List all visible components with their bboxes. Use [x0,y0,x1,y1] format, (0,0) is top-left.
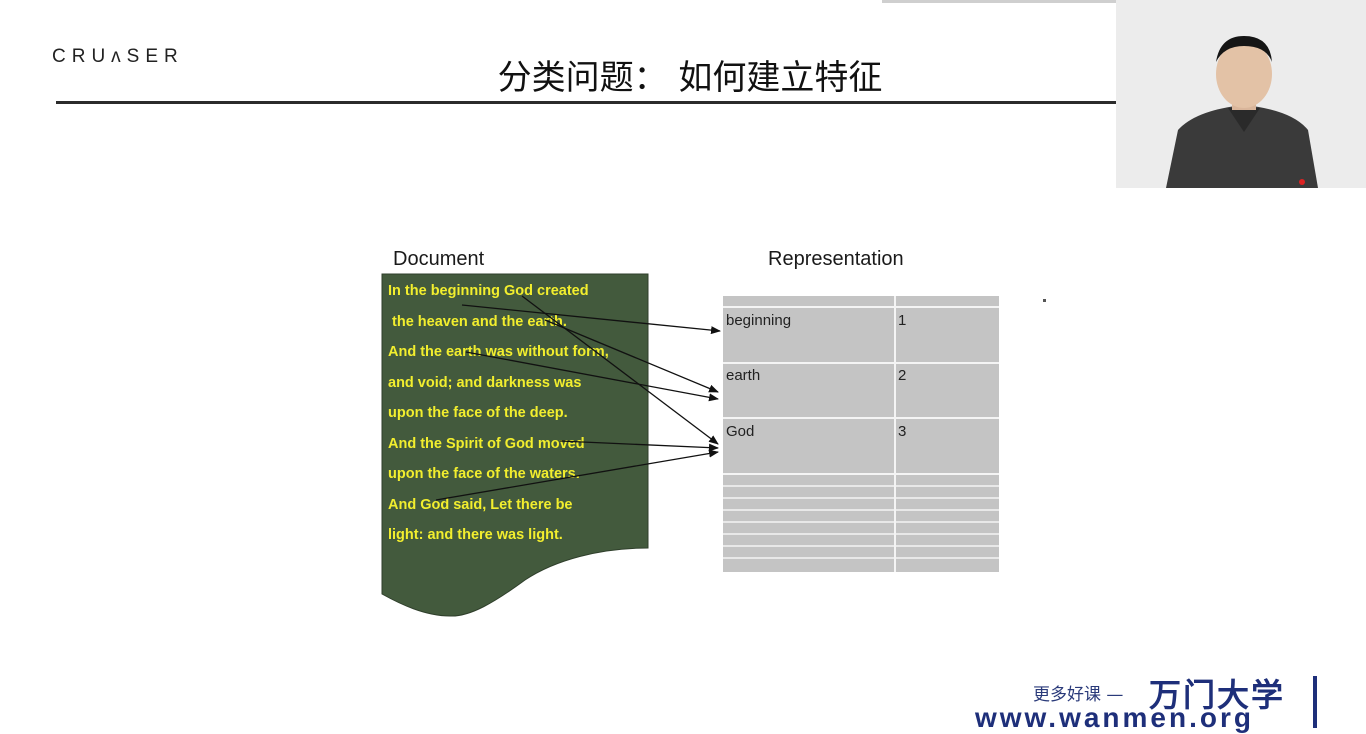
arrow-beginning [461,304,721,335]
arrow-earth-2 [465,351,719,402]
brand-url: www.wanmen.org [975,702,1254,733]
arrow-god-2 [559,440,719,452]
wanmen-watermark: 更多好课 — 万门大学 www.wanmen.org [975,668,1317,733]
term-mapping-arrows [435,295,721,501]
brand-bar [1313,676,1317,728]
arrow-god-3 [435,449,719,501]
stray-marker [1043,299,1046,302]
arrow-god-1 [521,295,719,445]
arrow-earth-1 [544,319,719,393]
